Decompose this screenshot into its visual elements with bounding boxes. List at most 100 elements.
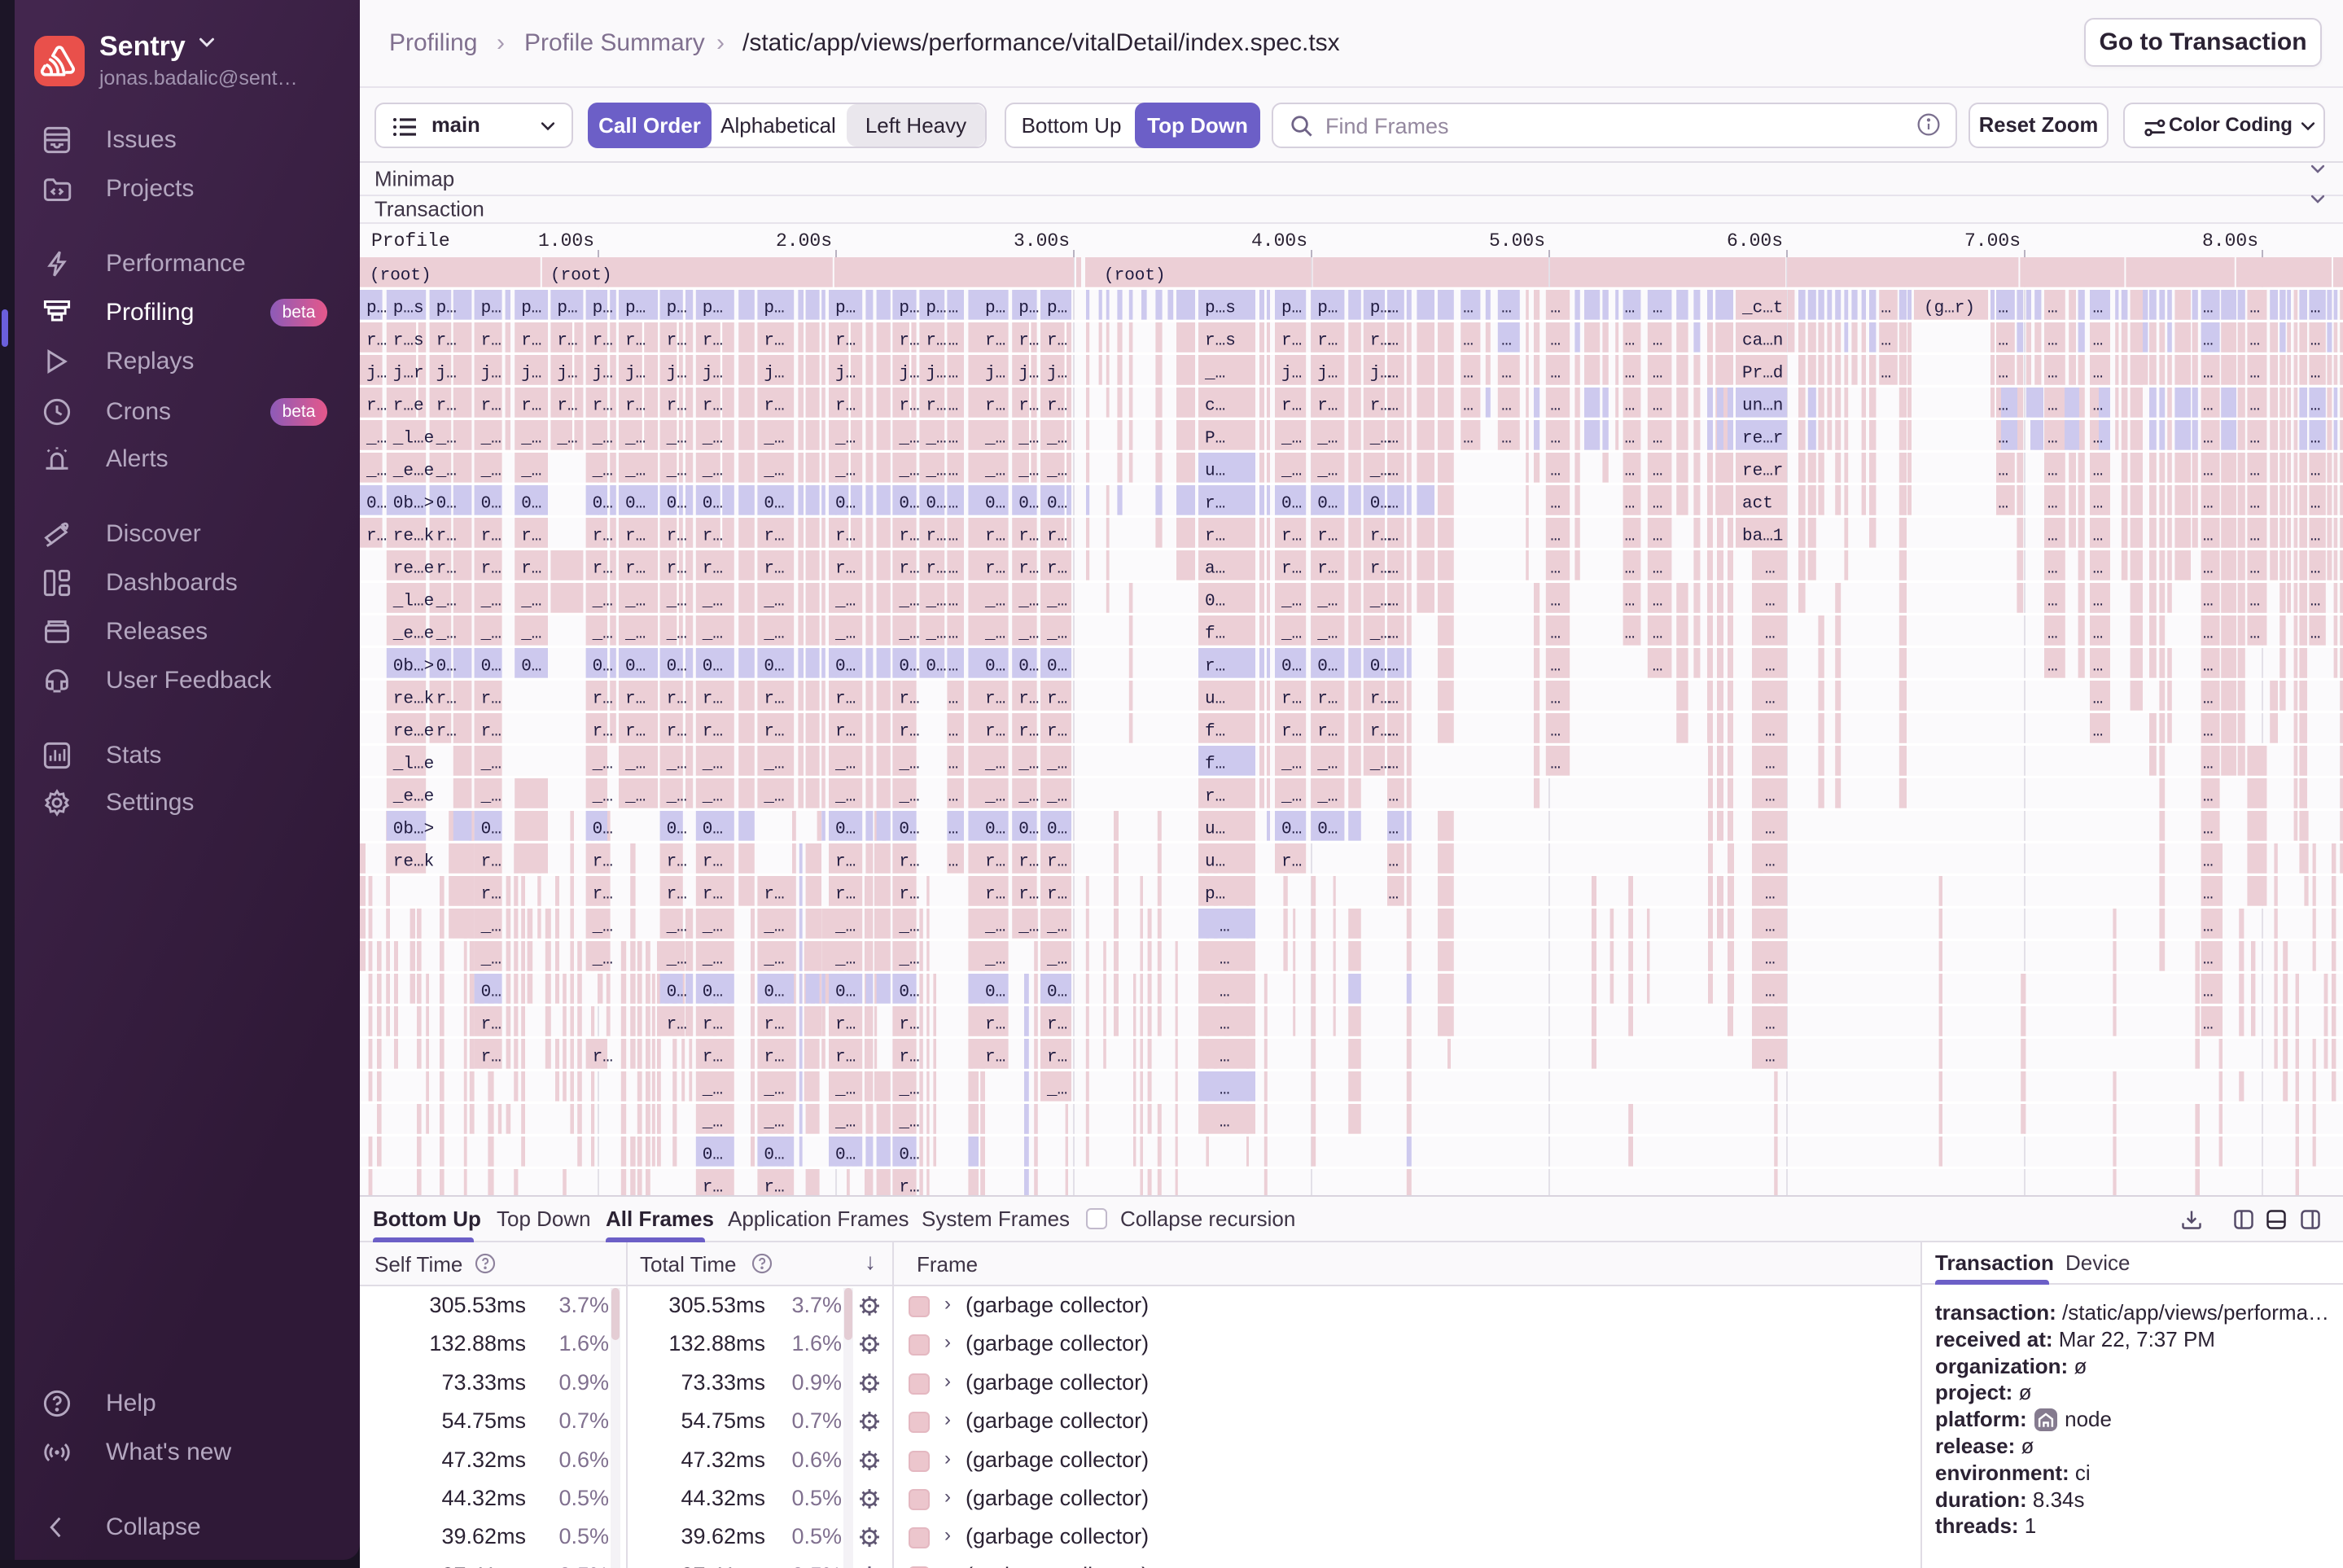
svg-text:r…: r… <box>703 1016 723 1035</box>
svg-text:j…: j… <box>985 365 1005 383</box>
svg-text:r…: r… <box>899 853 919 872</box>
svg-text:r…: r… <box>667 332 687 351</box>
svg-text:…: … <box>2203 1016 2214 1035</box>
svg-text:_…: _… <box>763 756 784 774</box>
svg-text:r…: r… <box>703 528 723 546</box>
svg-text:r…: r… <box>835 528 856 546</box>
svg-text:…: … <box>2310 528 2321 546</box>
svg-text:…: … <box>2249 593 2260 611</box>
svg-text:r…: r… <box>835 332 856 351</box>
svg-text:…: … <box>1463 300 1474 318</box>
svg-text:r…: r… <box>835 723 856 742</box>
svg-text:r…: r… <box>703 560 723 579</box>
svg-text:0…: 0… <box>1047 821 1067 839</box>
svg-text:_…: _… <box>763 593 784 611</box>
svg-text:…: … <box>1765 593 1776 611</box>
svg-text:f…: f… <box>1205 756 1225 774</box>
svg-text:p…s: p…s <box>393 300 424 318</box>
svg-text:…: … <box>948 625 959 644</box>
svg-text:act: act <box>1742 495 1773 514</box>
svg-text:…: … <box>1463 332 1474 351</box>
svg-text:r…: r… <box>1018 397 1039 416</box>
svg-text:…: … <box>2047 332 2058 351</box>
svg-text:…: … <box>2203 332 2214 351</box>
svg-text:…: … <box>948 690 959 709</box>
svg-text:…: … <box>2203 462 2214 481</box>
svg-text:0…: 0… <box>985 983 1005 1002</box>
svg-text:0…: 0… <box>835 821 856 839</box>
svg-text:…: … <box>2249 397 2260 416</box>
svg-text:p…: p… <box>1205 886 1225 904</box>
svg-text:…: … <box>1765 756 1776 774</box>
svg-text:r…: r… <box>926 332 946 351</box>
svg-text:_l…e: _l…e <box>392 430 434 449</box>
svg-text:…: … <box>2249 560 2260 579</box>
svg-text:_…: _… <box>666 788 687 807</box>
svg-text:…: … <box>2203 365 2214 383</box>
svg-text:_…: _… <box>898 1114 919 1132</box>
svg-text:0…: 0… <box>1281 495 1302 514</box>
svg-text:…: … <box>1388 658 1399 677</box>
svg-text:r…: r… <box>899 1049 919 1067</box>
svg-text:…: … <box>1625 495 1636 514</box>
svg-text:0…: 0… <box>667 821 687 839</box>
svg-text:…: … <box>2047 593 2058 611</box>
svg-text:0…: 0… <box>667 658 687 677</box>
svg-text:p…: p… <box>1018 300 1039 318</box>
svg-text:_…: _… <box>1369 625 1390 644</box>
svg-text:_…: _… <box>763 1114 784 1132</box>
svg-text:p…: p… <box>1317 300 1338 318</box>
svg-text:…: … <box>1220 951 1230 970</box>
svg-text:r…: r… <box>1047 1016 1067 1035</box>
svg-text:…: … <box>2203 560 2214 579</box>
svg-text:_…: _… <box>592 625 613 644</box>
svg-text:r…: r… <box>521 332 541 351</box>
svg-text:re…e: re…e <box>393 560 434 579</box>
svg-text:r…: r… <box>1317 690 1338 709</box>
svg-text:_…: _… <box>984 593 1005 611</box>
svg-text:_…: _… <box>1046 951 1067 970</box>
svg-text:…: … <box>1765 658 1776 677</box>
svg-text:…: … <box>2310 495 2321 514</box>
svg-text:_…: _… <box>624 462 646 481</box>
svg-text:r…: r… <box>835 886 856 904</box>
svg-text:P…: P… <box>1205 430 1225 449</box>
svg-text:r…: r… <box>593 560 613 579</box>
svg-text:r…: r… <box>1205 788 1225 807</box>
svg-text:…: … <box>2047 528 2058 546</box>
svg-text:r…: r… <box>1281 560 1302 579</box>
svg-text:_…: _… <box>834 1081 856 1100</box>
svg-text:…: … <box>2249 332 2260 351</box>
svg-text:…: … <box>1463 430 1474 449</box>
svg-text:j…: j… <box>764 365 784 383</box>
svg-text:…: … <box>2310 593 2321 611</box>
svg-text:r…: r… <box>985 397 1005 416</box>
svg-text:r…: r… <box>436 528 457 546</box>
svg-text:r…s: r…s <box>393 332 424 351</box>
svg-text:r…: r… <box>481 332 501 351</box>
svg-text:…: … <box>948 593 959 611</box>
svg-text:r…: r… <box>1018 886 1039 904</box>
svg-text:…: … <box>1550 495 1561 514</box>
svg-text:_…: _… <box>702 1081 723 1100</box>
svg-text:r…: r… <box>436 723 457 742</box>
svg-text:…: … <box>1653 332 1663 351</box>
svg-text:…: … <box>1388 430 1399 449</box>
svg-text:0…: 0… <box>1317 658 1338 677</box>
svg-text:…: … <box>2203 951 2214 970</box>
svg-text:…: … <box>2093 658 2104 677</box>
svg-text:…: … <box>1625 528 1636 546</box>
svg-text:r…: r… <box>521 397 541 416</box>
svg-text:r…: r… <box>1281 853 1302 872</box>
svg-text:r…: r… <box>481 528 501 546</box>
svg-text:_…: _… <box>436 593 457 611</box>
svg-text:p…: p… <box>899 300 919 318</box>
svg-text:r…: r… <box>703 1049 723 1067</box>
svg-text:r…: r… <box>1205 658 1225 677</box>
svg-text:re…e: re…e <box>393 723 434 742</box>
svg-text:0…: 0… <box>481 658 501 677</box>
svg-text:_…: _… <box>480 951 501 970</box>
svg-text:r…: r… <box>1047 886 1067 904</box>
svg-text:r…: r… <box>481 886 501 904</box>
svg-text:0…: 0… <box>764 658 784 677</box>
